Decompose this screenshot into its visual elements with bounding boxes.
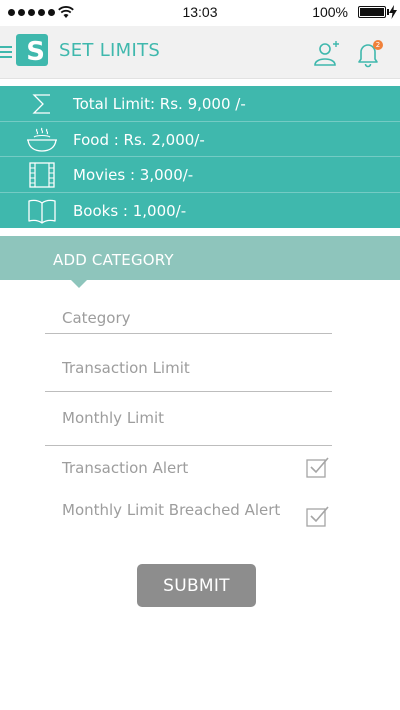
status-bar: 13:03 100% bbox=[0, 0, 400, 26]
add-category-header[interactable]: ADD CATEGORY bbox=[0, 236, 400, 280]
submit-button[interactable]: SUBMIT bbox=[137, 564, 256, 607]
book-icon bbox=[24, 196, 60, 226]
transaction-limit-input[interactable] bbox=[45, 353, 332, 383]
notification-badge: 2 bbox=[373, 40, 383, 50]
app-header: S SET LIMITS bbox=[0, 26, 400, 79]
monthly-alert-checkbox[interactable] bbox=[306, 505, 330, 527]
food-bowl-icon bbox=[24, 125, 60, 155]
limit-label: Total Limit: Rs. 9,000 /- bbox=[73, 95, 246, 113]
transaction-limit-field-wrapper bbox=[45, 353, 332, 392]
list-item[interactable]: Movies : 3,000/- bbox=[0, 157, 400, 193]
category-input[interactable] bbox=[45, 303, 332, 333]
add-category-label: ADD CATEGORY bbox=[53, 251, 174, 269]
transaction-alert-label: Transaction Alert bbox=[62, 459, 189, 477]
list-item[interactable]: Total Limit: Rs. 9,000 /- bbox=[0, 86, 400, 122]
monthly-alert-label: Monthly Limit Breached Alert bbox=[62, 501, 281, 519]
limits-list: Total Limit: Rs. 9,000 /- Food : Rs. 2,0… bbox=[0, 86, 400, 228]
category-field-wrapper bbox=[45, 303, 332, 334]
charging-bolt-icon bbox=[389, 5, 397, 19]
limit-label: Food : Rs. 2,000/- bbox=[73, 130, 205, 149]
list-item[interactable]: Food : Rs. 2,000/- bbox=[0, 122, 400, 157]
menu-icon[interactable] bbox=[0, 46, 12, 60]
transaction-alert-checkbox[interactable] bbox=[306, 456, 330, 478]
list-item[interactable]: Books : 1,000/- bbox=[0, 193, 400, 229]
app-logo[interactable]: S bbox=[16, 34, 48, 66]
add-user-icon[interactable] bbox=[312, 38, 342, 68]
film-icon bbox=[24, 160, 60, 190]
monthly-limit-input[interactable] bbox=[45, 403, 332, 433]
add-category-pointer bbox=[71, 280, 87, 288]
sigma-icon bbox=[24, 89, 60, 119]
battery-icon bbox=[358, 6, 386, 18]
page-title: SET LIMITS bbox=[59, 40, 161, 61]
limit-label: Books : 1,000/- bbox=[73, 201, 187, 220]
battery-percent: 100% bbox=[312, 4, 348, 20]
limit-label: Movies : 3,000/- bbox=[73, 166, 194, 184]
monthly-limit-field-wrapper bbox=[45, 403, 332, 446]
